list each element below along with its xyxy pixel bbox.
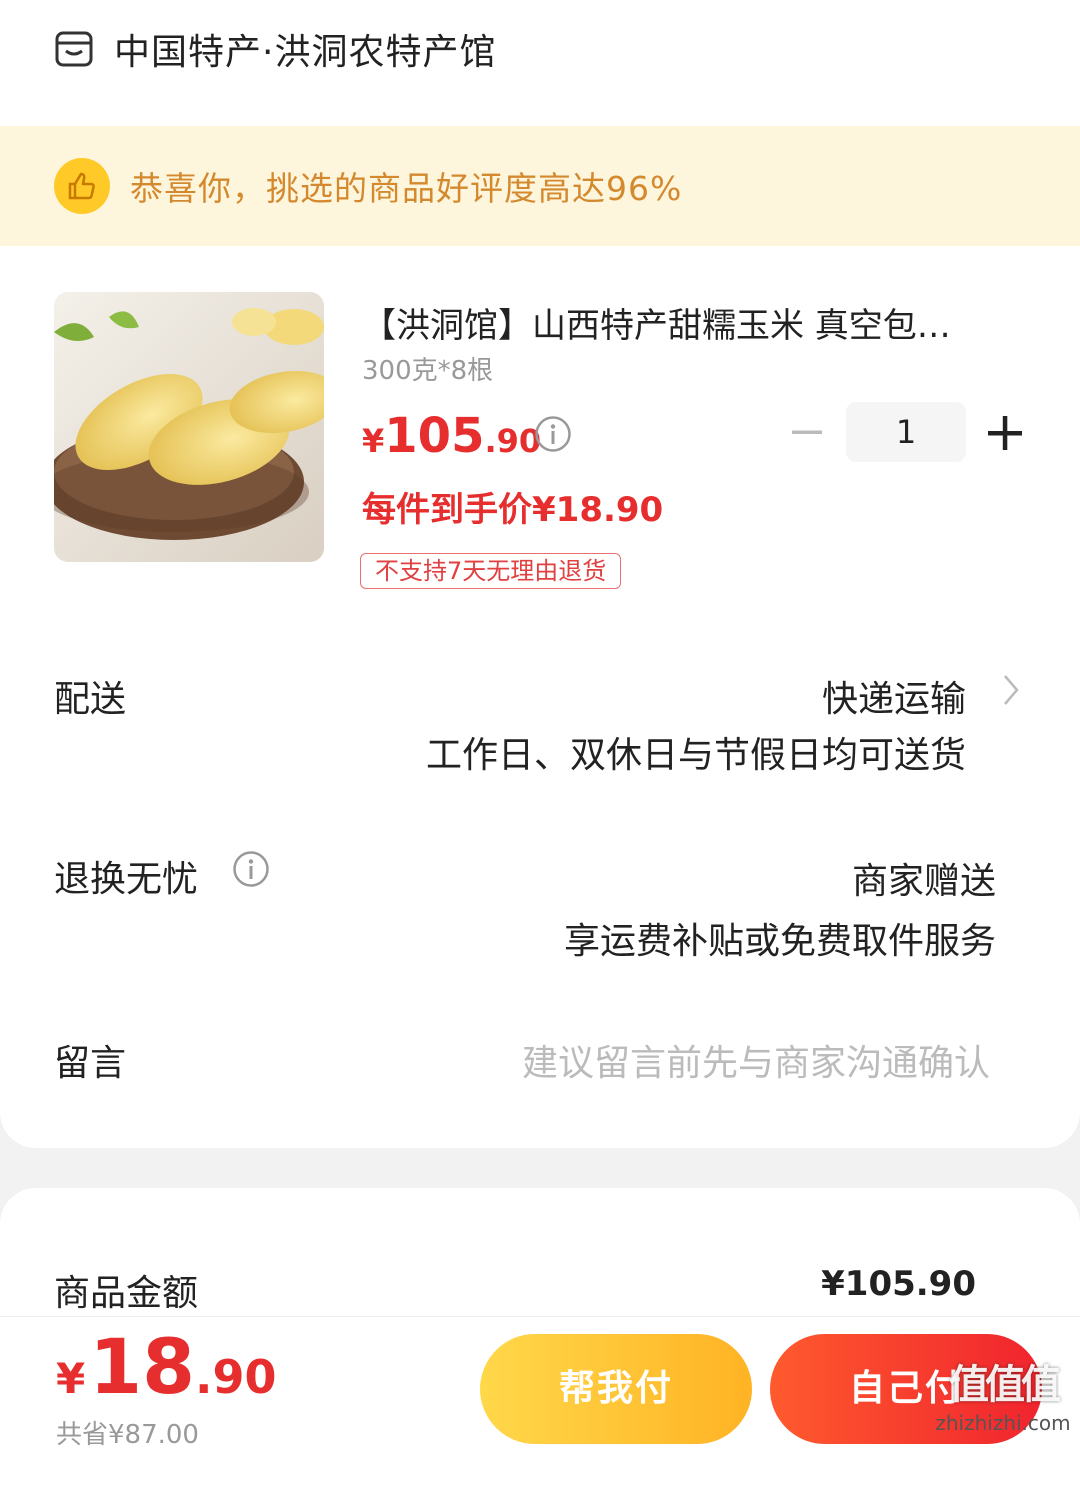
shop-icon xyxy=(55,31,93,67)
product-title[interactable]: 【洪洞馆】山西特产甜糯玉米 真空包… xyxy=(362,298,951,347)
watermark: 值值值 zhizhizhi.com xyxy=(928,1360,1078,1452)
price-currency: ¥ xyxy=(362,422,385,460)
goods-amount-value: ¥105.90 xyxy=(821,1264,976,1304)
quantity-input[interactable]: 1 xyxy=(846,402,966,462)
total-integer: 18 xyxy=(89,1322,195,1411)
info-icon[interactable] xyxy=(232,850,270,888)
returns-value: 商家赠送 xyxy=(851,861,996,902)
returns-label: 退换无忧 xyxy=(54,859,199,900)
delivery-label: 配送 xyxy=(54,679,127,720)
price-decimal: .90 xyxy=(484,422,542,460)
price-integer: 105 xyxy=(384,408,485,464)
shop-name: 中国特产·洪洞农特产馆 xyxy=(114,32,497,73)
total-decimal: .90 xyxy=(195,1350,277,1404)
thumbs-up-icon xyxy=(54,158,110,214)
remark-label: 留言 xyxy=(54,1043,127,1084)
info-icon[interactable] xyxy=(534,415,572,453)
delivery-method[interactable]: 快递运输 xyxy=(822,670,966,722)
return-policy-tag: 不支持7天无理由退货 xyxy=(360,553,622,589)
watermark-url: zhizhizhi.com xyxy=(935,1411,1071,1435)
minus-icon[interactable] xyxy=(790,415,824,449)
plus-icon[interactable] xyxy=(986,414,1024,452)
product-price: ¥ 105 .90 xyxy=(362,408,541,464)
shop-header[interactable]: 中国特产·洪洞农特产馆 xyxy=(54,24,496,74)
goods-amount-label: 商品金额 xyxy=(54,1273,199,1314)
delivery-note: 工作日、双休日与节假日均可送货 xyxy=(425,735,966,776)
chevron-right-icon[interactable] xyxy=(1000,672,1022,708)
deal-price: 每件到手价¥18.90 xyxy=(362,490,664,530)
total-price: ¥ 18 .90 xyxy=(56,1322,277,1411)
returns-note: 享运费补贴或免费取件服务 xyxy=(563,921,996,962)
remark-input[interactable]: 建议留言前先与商家沟通确认 xyxy=(522,1034,990,1086)
total-currency: ¥ xyxy=(56,1354,86,1403)
praise-banner: 恭喜你，挑选的商品好评度高达96% xyxy=(0,126,1080,246)
watermark-logo: 值值值 xyxy=(949,1362,1061,1408)
help-pay-button[interactable]: 帮我付 xyxy=(480,1334,752,1444)
saved-amount: 共省¥87.00 xyxy=(56,1420,199,1450)
product-image[interactable] xyxy=(54,292,324,562)
praise-text: 恭喜你，挑选的商品好评度高达96% xyxy=(130,169,683,208)
product-spec[interactable]: 300克*8根 xyxy=(362,350,493,387)
